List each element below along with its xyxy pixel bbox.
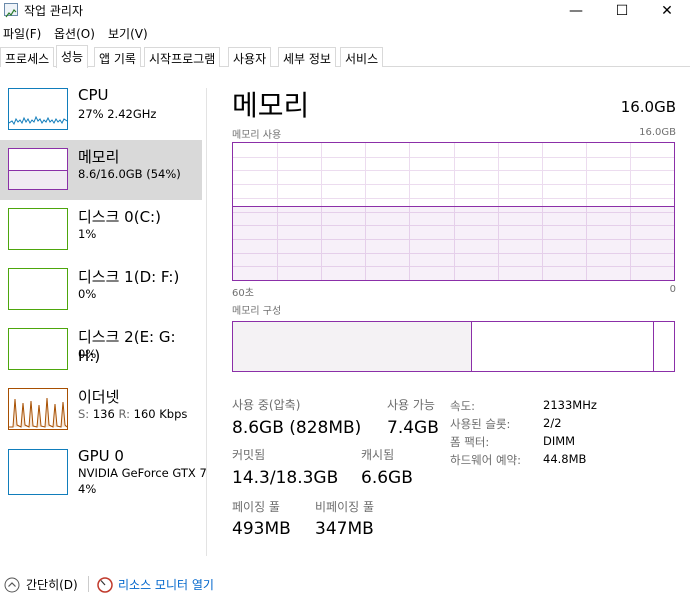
usage-graph-label: 메모리 사용 xyxy=(232,130,282,141)
tab-users[interactable]: 사용자 xyxy=(228,47,272,67)
resource-detail: 0% xyxy=(78,287,97,301)
ethernet-thumbnail-graph xyxy=(8,388,68,430)
total-memory: 16.0GB xyxy=(620,98,676,116)
resource-monitor-icon xyxy=(97,576,113,593)
resource-cpu[interactable]: CPU 27% 2.42GHz xyxy=(0,80,202,140)
resource-name: 메모리 xyxy=(78,148,120,166)
paged-pool-value: 493MB xyxy=(232,519,291,539)
cached-label: 캐시됨 xyxy=(361,448,395,462)
resource-detail: 0% xyxy=(78,347,97,361)
window-title: 작업 관리자 xyxy=(24,4,84,18)
menu-options[interactable]: 옵션(O) xyxy=(54,25,95,42)
composition-divider xyxy=(653,322,654,371)
cpu-thumbnail-graph xyxy=(8,88,68,130)
speed-label: 속도: xyxy=(450,399,476,413)
hardware-reserved-value: 44.8MB xyxy=(543,452,587,466)
gpu-model: NVIDIA GeForce GTX 75 xyxy=(78,466,206,480)
memory-usage-graph xyxy=(232,142,675,281)
menu-view[interactable]: 보기(V) xyxy=(108,25,148,42)
in-use-value: 8.6GB (828MB) xyxy=(232,418,362,438)
receive-label: R: xyxy=(118,407,130,421)
resource-name: CPU xyxy=(78,86,109,104)
time-axis-start: 60초 xyxy=(232,288,254,299)
tab-bar: 프로세스 성능 앱 기록 시작프로그램 사용자 세부 정보 서비스 xyxy=(0,45,690,68)
nonpaged-pool-label: 비페이징 풀 xyxy=(315,500,375,514)
resource-monitor-link[interactable]: 리소스 모니터 열기 xyxy=(97,576,214,593)
slots-label: 사용된 슬롯: xyxy=(450,417,511,431)
disk-1-thumbnail-graph xyxy=(8,268,68,310)
send-label: S: xyxy=(78,407,90,421)
menu-bar: 파일(F) 옵션(O) 보기(V) xyxy=(0,22,690,42)
resource-ethernet[interactable]: 이더넷 S: 136 R: 160 Kbps xyxy=(0,380,202,440)
composition-in-use xyxy=(233,322,472,371)
memory-thumbnail-graph xyxy=(8,148,68,190)
task-manager-icon xyxy=(4,3,18,18)
slots-value: 2/2 xyxy=(543,416,562,430)
fewer-details-button[interactable]: 간단히(D) xyxy=(4,576,78,593)
minimize-button[interactable]: — xyxy=(553,0,599,22)
in-use-label: 사용 중(압축) xyxy=(232,398,301,412)
resource-detail: S: 136 R: 160 Kbps xyxy=(78,407,187,421)
menu-file[interactable]: 파일(F) xyxy=(3,25,41,42)
resource-name: 이더넷 xyxy=(78,388,120,406)
maximize-icon: ☐ xyxy=(615,3,629,19)
resource-name: 디스크 0(C:) xyxy=(78,208,161,226)
nonpaged-pool-value: 347MB xyxy=(315,519,374,539)
title-bar: 작업 관리자 — ☐ ✕ xyxy=(0,0,690,22)
committed-value: 14.3/18.3GB xyxy=(232,468,339,488)
disk-0-thumbnail-graph xyxy=(8,208,68,250)
available-value: 7.4GB xyxy=(387,418,439,438)
tab-startup[interactable]: 시작프로그램 xyxy=(144,47,221,67)
resource-name: GPU 0 xyxy=(78,447,124,465)
page-title: 메모리 xyxy=(232,89,310,122)
time-axis-end: 0 xyxy=(669,284,676,295)
resource-list: CPU 27% 2.42GHz 메모리 8.6/16.0GB (54%) 디스크… xyxy=(0,80,206,560)
tab-app-history[interactable]: 앱 기록 xyxy=(94,47,141,67)
close-icon: ✕ xyxy=(661,3,673,19)
resource-disk-1[interactable]: 디스크 1(D: F:) 0% xyxy=(0,260,202,320)
tab-details[interactable]: 세부 정보 xyxy=(278,47,336,67)
composition-label: 메모리 구성 xyxy=(232,306,282,317)
resource-detail: 1% xyxy=(78,227,97,241)
resource-disk-0[interactable]: 디스크 0(C:) 1% xyxy=(0,200,202,260)
panel-divider xyxy=(206,88,207,556)
bottom-divider xyxy=(88,576,89,592)
close-button[interactable]: ✕ xyxy=(644,0,690,22)
send-value: 136 xyxy=(92,407,115,421)
tab-performance[interactable]: 성능 xyxy=(56,45,89,68)
resource-memory[interactable]: 메모리 8.6/16.0GB (54%) xyxy=(0,140,202,200)
fewer-details-label: 간단히(D) xyxy=(26,578,78,592)
bottom-bar: 간단히(D) 리소스 모니터 열기 xyxy=(0,570,690,600)
hardware-reserved-label: 하드웨어 예약: xyxy=(450,453,522,467)
usage-graph-max: 16.0GB xyxy=(639,127,676,138)
resource-monitor-label[interactable]: 리소스 모니터 열기 xyxy=(118,576,214,593)
resource-detail: 4% xyxy=(78,482,97,496)
form-factor-label: 폼 팩터: xyxy=(450,435,490,449)
chevron-up-icon xyxy=(4,577,20,592)
committed-label: 커밋됨 xyxy=(232,448,266,462)
cached-value: 6.6GB xyxy=(361,468,413,488)
speed-value: 2133MHz xyxy=(543,398,597,412)
tab-processes[interactable]: 프로세스 xyxy=(0,47,55,67)
disk-2-thumbnail-graph xyxy=(8,328,68,370)
resource-detail: 27% 2.42GHz xyxy=(78,107,157,121)
resource-disk-2[interactable]: 디스크 2(E: G: H:) 0% xyxy=(0,320,202,380)
resource-gpu[interactable]: GPU 0 NVIDIA GeForce GTX 75 4% xyxy=(0,442,206,508)
minimize-icon: — xyxy=(569,3,583,19)
maximize-button[interactable]: ☐ xyxy=(599,0,645,22)
resource-name: 디스크 2(E: G: H:) xyxy=(78,328,176,365)
usage-fill xyxy=(233,206,674,280)
paged-pool-label: 페이징 풀 xyxy=(232,500,280,514)
resource-name: 디스크 1(D: F:) xyxy=(78,268,180,286)
tab-services[interactable]: 서비스 xyxy=(340,47,384,67)
resource-detail: 8.6/16.0GB (54%) xyxy=(78,167,181,181)
gpu-thumbnail-graph xyxy=(8,449,68,495)
memory-composition-bar xyxy=(232,321,675,372)
available-label: 사용 가능 xyxy=(387,398,435,412)
receive-value: 160 Kbps xyxy=(133,407,188,421)
form-factor-value: DIMM xyxy=(543,434,576,448)
